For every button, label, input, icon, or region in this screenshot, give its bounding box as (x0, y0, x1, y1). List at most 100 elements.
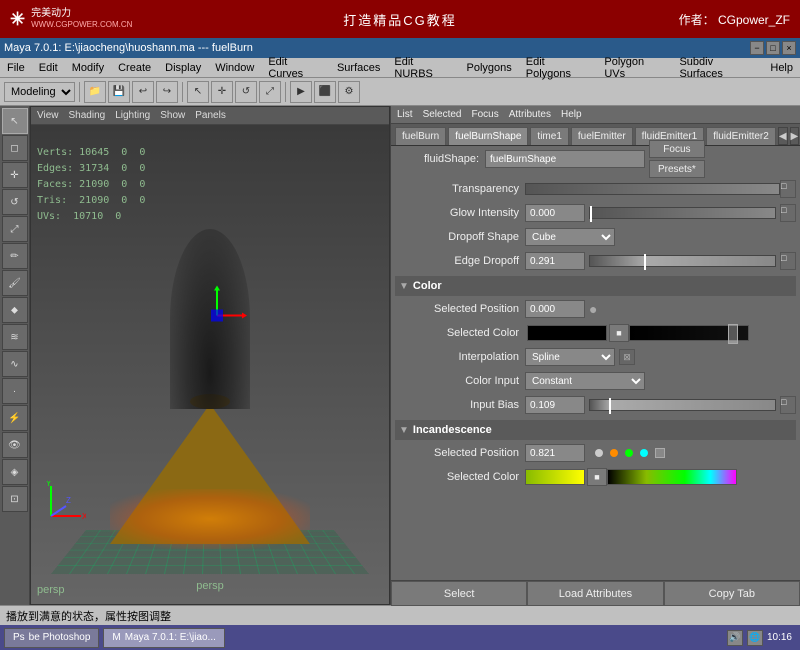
tab-arrow-left[interactable]: ◀ (778, 127, 788, 145)
glow-end-btn[interactable]: □ (780, 204, 796, 222)
glow-input[interactable] (525, 204, 585, 222)
tb-option-btn[interactable]: ⚙ (338, 81, 360, 103)
viewport-menu-show[interactable]: Show (160, 110, 185, 121)
fluid-shape-input[interactable] (485, 150, 645, 168)
tb-redo-btn[interactable]: ↪ (156, 81, 178, 103)
menu-file[interactable]: File (4, 62, 28, 74)
tool-show[interactable]: 👁 (2, 432, 28, 458)
status-bar: 播放到满意的状态，属性按图调整 (0, 605, 800, 625)
attr-menu-help[interactable]: Help (561, 109, 582, 120)
menu-surfaces[interactable]: Surfaces (334, 62, 383, 74)
tool-select[interactable]: ↖ (2, 108, 28, 134)
menu-window[interactable]: Window (212, 62, 257, 74)
tab-fuelemitter[interactable]: fuelEmitter (571, 127, 633, 145)
attr-menu-list[interactable]: List (397, 109, 413, 120)
tool-artisan[interactable]: ⬥ (2, 297, 28, 323)
inc-color-ramp[interactable] (607, 469, 737, 485)
tool-render[interactable]: ◈ (2, 459, 28, 485)
incandescence-section-header[interactable]: ▼ Incandescence (395, 420, 796, 440)
maximize-button[interactable]: □ (766, 41, 780, 55)
mode-select[interactable]: Modeling (4, 82, 75, 102)
input-bias-slider[interactable] (589, 399, 776, 411)
menu-edit[interactable]: Edit (36, 62, 61, 74)
viewport-menu-panels[interactable]: Panels (195, 110, 226, 121)
tb-undo-btn[interactable]: ↩ (132, 81, 154, 103)
inc-sel-pos-input[interactable] (525, 444, 585, 462)
inc-color-btn[interactable]: ■ (587, 468, 607, 486)
menu-modify[interactable]: Modify (69, 62, 107, 74)
tool-move[interactable]: ✛ (2, 162, 28, 188)
sel-pos-input[interactable] (525, 300, 585, 318)
select-button[interactable]: Select (391, 581, 527, 606)
tab-arrow-right[interactable]: ▶ (790, 127, 800, 145)
menu-help[interactable]: Help (767, 62, 796, 74)
color-ramp[interactable] (629, 325, 749, 341)
tool-dynamics[interactable]: ⚡ (2, 405, 28, 431)
load-attributes-button[interactable]: Load Attributes (527, 581, 663, 606)
tb-rotate-btn[interactable]: ↺ (235, 81, 257, 103)
minimize-button[interactable]: − (750, 41, 764, 55)
attr-menu-attributes[interactable]: Attributes (509, 109, 551, 120)
attr-menu-selected[interactable]: Selected (423, 109, 462, 120)
dropoff-shape-select[interactable]: Cube Sphere Cone (525, 228, 615, 246)
color-input-select[interactable]: Constant X Gradient Y Gradient (525, 372, 645, 390)
menu-edit-nurbs[interactable]: Edit NURBS (391, 56, 455, 80)
tool-sculpt[interactable]: ✏ (2, 243, 28, 269)
sel-color-swatch[interactable] (527, 325, 607, 341)
taskbar-maya[interactable]: M Maya 7.0.1: E:\jiao... (103, 628, 225, 648)
menu-polygons[interactable]: Polygons (464, 62, 515, 74)
glow-slider[interactable] (589, 207, 776, 219)
tb-open-btn[interactable]: 📁 (84, 81, 106, 103)
tb-move-btn[interactable]: ✛ (211, 81, 233, 103)
transparency-slider[interactable] (525, 183, 780, 195)
viewport-menu-shading[interactable]: Shading (69, 110, 106, 121)
tb-scale-btn[interactable]: ⤢ (259, 81, 281, 103)
input-bias-end-btn[interactable]: □ (780, 396, 796, 414)
tab-fuelburn[interactable]: fuelBurn (395, 127, 446, 145)
sel-color-btn[interactable]: ■ (609, 324, 629, 342)
edge-dropoff-input[interactable] (525, 252, 585, 270)
transparency-end-btn[interactable]: □ (780, 180, 796, 198)
tool-cloth[interactable]: ≋ (2, 324, 28, 350)
menu-subdiv[interactable]: Subdiv Surfaces (676, 56, 759, 80)
menu-display[interactable]: Display (162, 62, 204, 74)
edge-dropoff-label: Edge Dropoff (395, 255, 525, 267)
copy-tab-button[interactable]: Copy Tab (664, 581, 800, 606)
interp-select[interactable]: Spline Linear None (525, 348, 615, 366)
gizmo-svg (187, 285, 247, 345)
tb-render-btn[interactable]: ▶ (290, 81, 312, 103)
attr-menu: List Selected Focus Attributes Help (391, 106, 800, 124)
menu-edit-curves[interactable]: Edit Curves (265, 56, 326, 80)
tab-fuelburnshape[interactable]: fuelBurnShape (448, 127, 528, 145)
viewport[interactable]: View Shading Lighting Show Panels X Y (30, 106, 390, 605)
tool-snap[interactable]: ⊡ (2, 486, 28, 512)
tab-time1[interactable]: time1 (530, 127, 568, 145)
tool-hair[interactable]: ∿ (2, 351, 28, 377)
color-section-header[interactable]: ▼ Color (395, 276, 796, 296)
tool-rotate[interactable]: ↺ (2, 189, 28, 215)
viewport-menu-view[interactable]: View (37, 110, 59, 121)
tool-lasso[interactable]: ◻ (2, 135, 28, 161)
inc-sel-color-row: Selected Color ■ (395, 466, 796, 488)
close-button[interactable]: × (782, 41, 796, 55)
tool-scale[interactable]: ⤢ (2, 216, 28, 242)
tb-save-btn[interactable]: 💾 (108, 81, 130, 103)
tab-fluidemitter2[interactable]: fluidEmitter2 (706, 127, 776, 145)
focus-button[interactable]: Focus (649, 140, 705, 158)
viewport-menu-lighting[interactable]: Lighting (115, 110, 150, 121)
menu-create[interactable]: Create (115, 62, 154, 74)
edge-dropoff-slider[interactable] (589, 255, 776, 267)
tool-particle[interactable]: · (2, 378, 28, 404)
attr-menu-focus[interactable]: Focus (471, 109, 498, 120)
inc-color-swatch[interactable] (525, 469, 585, 485)
tb-select-btn[interactable]: ↖ (187, 81, 209, 103)
tool-paint[interactable]: 🖌 (2, 270, 28, 296)
menu-polygon-uvs[interactable]: Polygon UVs (601, 56, 668, 80)
menu-edit-polygons[interactable]: Edit Polygons (523, 56, 594, 80)
edge-dropoff-end-btn[interactable]: □ (780, 252, 796, 270)
dot-1 (595, 449, 603, 457)
tb-render2-btn[interactable]: ⬛ (314, 81, 336, 103)
interp-extra-btn[interactable]: ⊠ (619, 349, 635, 365)
taskbar-photoshop[interactable]: Ps be Photoshop (4, 628, 99, 648)
input-bias-input[interactable] (525, 396, 585, 414)
